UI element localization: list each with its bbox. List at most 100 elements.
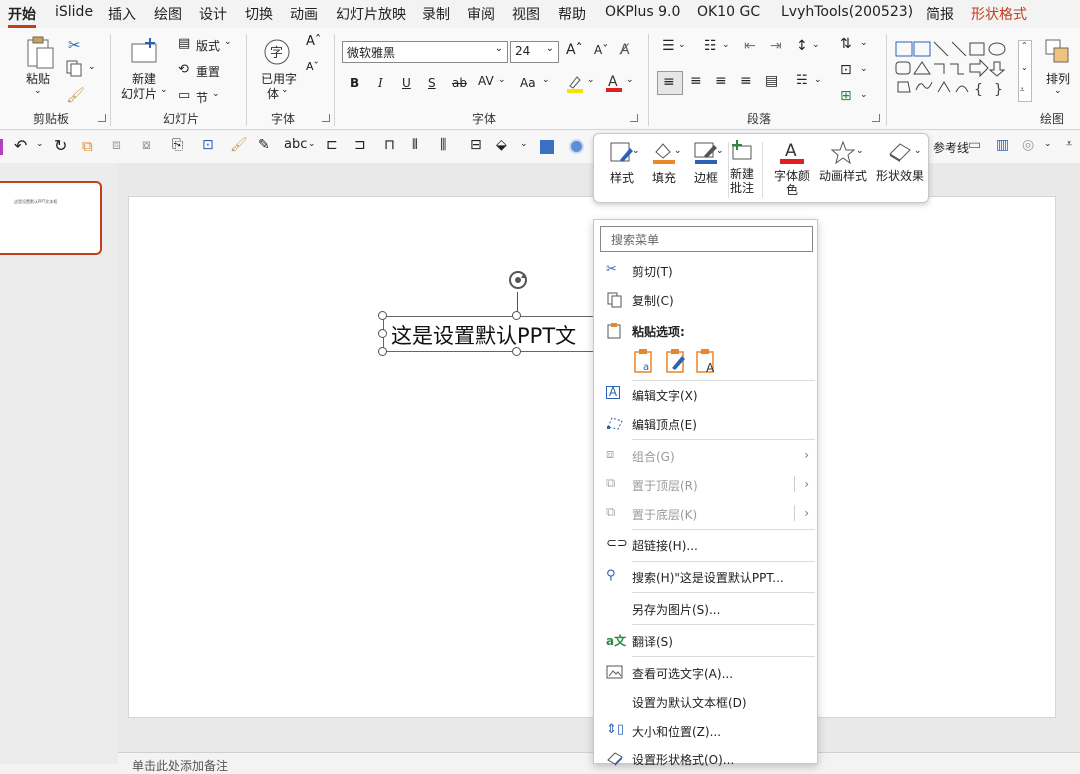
tab-home[interactable]: 开始 [8,4,36,28]
section-button[interactable]: 节 [196,89,208,106]
format-painter-icon[interactable]: 🖌 [66,86,85,104]
reset-button[interactable]: 重置 [196,63,220,80]
menu-item-edit-points[interactable]: 编辑顶点(E) [594,411,817,437]
change-case-dropdown-icon[interactable]: ⌄ [542,75,550,85]
shrink-font-icon[interactable]: Aˇ [306,60,319,73]
slide-textbox-text[interactable]: 这是设置默认PPT文 [391,320,576,350]
cut-icon[interactable]: ✂ [68,36,81,54]
underline-button[interactable]: U [402,76,411,90]
paste-text-only-icon[interactable]: A [694,348,720,374]
tab-lvyhtools[interactable]: LvyhTools(200523) [781,4,913,20]
shapes-gallery[interactable]: {} [894,40,1018,100]
layout-dropdown-icon[interactable]: ⌄ [224,37,232,47]
strikethrough-button[interactable]: ab [452,76,467,90]
char-spacing-dropdown-icon[interactable]: ⌄ [498,75,506,85]
tab-record[interactable]: 录制 [422,4,450,24]
menu-item-hyperlink[interactable]: ⊂⊃ 超链接(H)... [594,532,817,558]
painter-icon[interactable]: 🖌 [230,137,248,153]
new-comment-button[interactable]: 新建 批注 [726,140,758,195]
align-left-obj-icon[interactable]: ⊏ [326,137,338,153]
distribute-v-icon[interactable]: ⫼ [440,137,446,153]
tab-view[interactable]: 视图 [512,4,540,24]
resize-handle-tc[interactable] [512,311,521,320]
section-dropdown-icon[interactable]: ⌄ [212,89,220,99]
decrease-indent-icon[interactable]: ⇤ [744,38,756,54]
layout-button[interactable]: 版式 [196,37,220,54]
font-size-input[interactable]: 24 ⌄ [510,41,559,63]
style-button[interactable]: ⌄ 样式 [602,140,642,186]
menu-item-edit-text[interactable]: A 编辑文字(X) [594,382,817,408]
text-shadow-button[interactable]: S [428,76,436,90]
border-button[interactable]: ⌄ 边框 [686,140,726,186]
rotate-handle-icon[interactable] [506,269,530,293]
tab-shape-format[interactable]: 形状格式 [971,4,1027,24]
animation-style-button[interactable]: ⌄ 动画样式 [816,140,870,184]
reset-icon[interactable]: ⟲ [178,62,189,77]
tab-transitions[interactable]: 切换 [245,4,273,24]
shape-union-icon[interactable]: ◎ [1022,137,1034,153]
text-direction-icon[interactable]: ⇅ [840,36,852,52]
menu-item-copy[interactable]: 复制(C) [594,287,817,313]
align-text-icon[interactable]: ⊡ [840,62,852,78]
increase-indent-icon[interactable]: ⇥ [770,38,782,54]
paste-as-picture-icon[interactable] [664,348,690,374]
blue-circle-icon[interactable] [569,139,584,154]
guides-label[interactable]: 参考线 [933,139,969,156]
gallery-down-icon[interactable]: ⌄ [1021,63,1028,72]
distributed-icon[interactable]: ▤ [765,73,778,89]
slide-canvas[interactable] [128,196,1056,718]
align-right-obj-icon[interactable]: ⊐ [354,137,366,153]
copy-icon[interactable] [66,60,88,78]
layout-icon[interactable]: ▤ [178,36,190,51]
menu-item-save-as-picture[interactable]: 另存为图片(S)... [594,596,817,622]
tab-ok10gc[interactable]: OK10 GC [697,4,760,20]
paste-dropdown-icon[interactable]: ⌄ [34,86,42,96]
align-middle-icon[interactable]: ⊟ [470,137,482,153]
tab-help[interactable]: 帮助 [558,4,586,24]
redo-icon[interactable]: ↻ [54,136,67,155]
menu-item-size-position[interactable]: ⇕▯ 大小和位置(Z)... [594,718,817,744]
paragraph-launcher-icon[interactable] [872,114,880,122]
search-menu-input[interactable]: 搜索菜单 [600,226,813,252]
chart-icon[interactable]: ▥ [996,137,1009,153]
spelling-dropdown-icon[interactable]: ⌄ [308,139,316,149]
smartart-dropdown-icon[interactable]: ⌄ [860,90,868,100]
menu-item-alt-text[interactable]: 查看可选文字(A)... [594,660,817,686]
blue-square-icon[interactable] [540,140,554,154]
align-text-dropdown-icon[interactable]: ⌄ [860,64,868,74]
highlight-dropdown-icon[interactable]: ⌄ [587,75,595,85]
distribute-h-icon[interactable]: ⫴ [412,137,418,153]
font-size-dropdown-icon[interactable]: ⌄ [546,43,554,54]
paste-label[interactable]: 粘贴 [26,70,50,87]
bullets-icon[interactable]: ☰ [662,38,675,54]
tab-slideshow[interactable]: 幻灯片放映 [336,4,406,24]
gallery-more-icon[interactable]: ⩡ [1020,85,1025,95]
resize-handle-tl[interactable] [378,311,387,320]
tab-brief[interactable]: 简报 [926,4,954,24]
line-spacing-dropdown-icon[interactable]: ⌄ [812,40,820,50]
slide-view-icon[interactable]: ▭ [968,137,981,153]
align-left-button[interactable]: ≡ [657,71,683,95]
menu-item-format-shape[interactable]: 设置形状格式(O)... [594,746,817,772]
slide-thumbnail[interactable]: 这是设置默认PPT文本框 [0,181,102,255]
group-objects-icon[interactable]: ⧈ [112,137,121,153]
new-slide-label-2[interactable]: 幻灯片 [121,85,157,102]
menu-item-bring-to-front[interactable]: ⧉ 置于顶层(R) › [594,472,817,498]
arrange-icon[interactable] [1044,38,1074,66]
arrange-dropdown-icon[interactable]: ⌄ [1054,86,1062,96]
columns-dropdown-icon[interactable]: ⌄ [814,75,822,85]
menu-item-cut[interactable]: ✂ 剪切(T) [594,258,817,284]
align-right-icon[interactable]: ≡ [715,73,727,89]
menu-item-search[interactable]: ⚲ 搜索(H)"这是设置默认PPT... [594,564,817,590]
new-slide-dropdown-icon[interactable]: ⌄ [160,85,168,95]
section-icon[interactable]: ▭ [178,88,190,103]
copy-dropdown-icon[interactable]: ⌄ [88,62,96,72]
font-color-mini-button[interactable]: A 字体颜 色 [770,138,814,197]
textbox-icon[interactable]: ⊡ [202,137,214,153]
change-case-button[interactable]: Aa [520,76,536,90]
tab-islide[interactable]: iSlide [55,4,93,20]
char-spacing-button[interactable]: AV [478,74,494,88]
shape-union-dropdown-icon[interactable]: ⌄ [1044,139,1052,149]
ungroup-icon[interactable]: ⧇ [142,137,151,153]
font-launcher-icon[interactable] [630,114,638,122]
